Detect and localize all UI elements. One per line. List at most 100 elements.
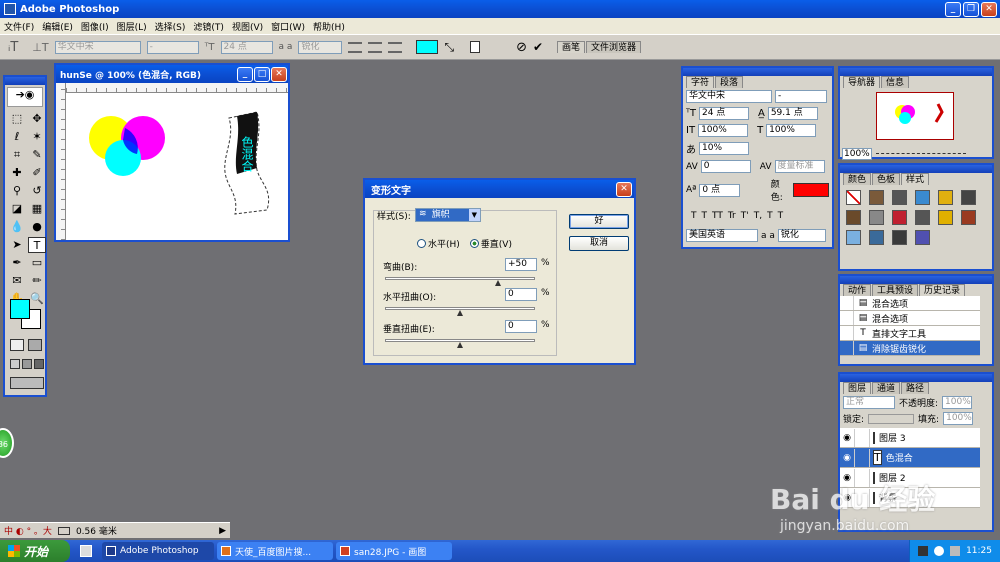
status-arrow-icon[interactable]: ▶ [219, 526, 226, 536]
tray-icon-3[interactable] [950, 546, 961, 556]
blur-tool-icon[interactable]: 💧 [8, 219, 26, 235]
ime-indicator[interactable]: 中 ◐ ° 。大 [4, 524, 52, 537]
brush-tool-icon[interactable]: ✐ [28, 165, 46, 181]
tab-brushes[interactable]: 画笔 [557, 41, 586, 53]
cancel-edit-icon[interactable]: ⊘ [516, 40, 527, 55]
format-button-0[interactable]: T [691, 211, 697, 221]
style-swatch-10[interactable] [938, 210, 953, 225]
char-kerning-input[interactable]: 0 [700, 160, 751, 173]
pen-tool-icon[interactable]: ✒ [8, 255, 26, 271]
vdist-slider-thumb[interactable] [457, 342, 463, 348]
font-size-select[interactable]: 24 点 [220, 40, 273, 54]
style-swatch-3[interactable] [915, 190, 930, 205]
history-item[interactable]: ▤ 消除锯齿锐化 [840, 341, 980, 356]
menu-item-6[interactable]: 视图(V) [232, 20, 263, 33]
bend-input[interactable]: +50 [505, 258, 537, 271]
tray-icon-2[interactable] [934, 546, 945, 556]
document-canvas[interactable]: 色混合 [67, 94, 287, 240]
path-select-icon[interactable]: ➤ [8, 237, 26, 253]
char-vscale-input[interactable]: 100% [698, 124, 749, 137]
jump-to-imageready-icon[interactable] [10, 377, 44, 389]
history-brush-icon[interactable]: ↺ [28, 183, 46, 199]
eye-icon[interactable]: ◉ [840, 433, 854, 443]
crop-tool-icon[interactable]: ⌗ [8, 147, 26, 163]
tab-file-browser[interactable]: 文件浏览器 [586, 41, 642, 53]
menu-item-7[interactable]: 窗口(W) [271, 20, 305, 33]
fill-input[interactable]: 100% [943, 412, 974, 425]
nav-zoom-slider[interactable] [875, 153, 966, 155]
menu-item-5[interactable]: 滤镜(T) [193, 20, 224, 33]
tab-history[interactable]: 历史记录 [919, 284, 966, 296]
tab-paragraph[interactable]: 段落 [715, 76, 744, 88]
style-swatch-8[interactable] [892, 210, 907, 225]
char-tracking-input[interactable]: 度量标准 [774, 160, 825, 173]
tab-actions[interactable]: 动作 [843, 284, 872, 296]
warp-text-icon[interactable]: ⤡ [444, 40, 454, 55]
style-swatch-7[interactable] [869, 210, 884, 225]
char-style-select[interactable]: - [775, 90, 827, 103]
style-swatch-6[interactable] [846, 210, 861, 225]
tray-icon-1[interactable] [918, 546, 929, 556]
horizontal-radio[interactable]: 水平(H) [417, 237, 460, 250]
close-button[interactable]: ✕ [981, 1, 997, 17]
screen-mode-2-icon[interactable] [22, 359, 32, 369]
char-leading-input[interactable]: 59.1 点 [767, 107, 818, 120]
doc-maximize-button[interactable]: □ [254, 66, 270, 82]
char-size-input[interactable]: 24 点 [698, 107, 749, 120]
menu-item-1[interactable]: 编辑(E) [42, 20, 73, 33]
style-swatch-9[interactable] [915, 210, 930, 225]
hdist-input[interactable]: 0 [505, 288, 537, 301]
tab-character[interactable]: 字符 [686, 76, 715, 88]
style-swatch-1[interactable] [869, 190, 884, 205]
tab-layers[interactable]: 图层 [843, 382, 872, 394]
eye-icon[interactable]: ◉ [840, 453, 854, 463]
quick-mask-icon[interactable] [28, 339, 42, 351]
format-button-6[interactable]: T [767, 211, 773, 221]
type-tool-icon[interactable]: ᵢT [8, 40, 18, 55]
menu-item-4[interactable]: 选择(S) [155, 20, 186, 33]
char-tsume-input[interactable]: 10% [699, 142, 749, 155]
bend-slider-thumb[interactable] [494, 280, 501, 286]
orientation-icon[interactable]: ⊥T [32, 41, 48, 54]
layer-row[interactable]: ◉ T 色混合 [840, 448, 980, 468]
align-right-icon[interactable] [388, 41, 403, 53]
quick-launch-icon[interactable] [80, 545, 92, 557]
style-swatch-12[interactable] [846, 230, 861, 245]
style-swatch-5[interactable] [961, 190, 976, 205]
doc-close-button[interactable]: ✕ [271, 66, 287, 82]
style-swatch-11[interactable] [961, 210, 976, 225]
opacity-input[interactable]: 100% [942, 396, 973, 409]
menu-item-8[interactable]: 帮助(H) [313, 20, 345, 33]
char-hscale-input[interactable]: 100% [766, 124, 817, 137]
style-swatch-13[interactable] [869, 230, 884, 245]
eyedropper-tool-icon[interactable]: ✏ [28, 273, 46, 289]
format-button-3[interactable]: Tr [728, 211, 736, 221]
palettes-icon[interactable] [470, 41, 481, 53]
magic-wand-tool-icon[interactable]: ✶ [28, 129, 46, 145]
blend-mode-select[interactable]: 正常 [843, 396, 895, 409]
tab-tool-presets[interactable]: 工具预设 [872, 284, 919, 296]
keyboard-icon[interactable] [57, 526, 70, 535]
move-tool-icon[interactable]: ✥ [28, 111, 46, 127]
marquee-tool-icon[interactable]: ⬚ [8, 111, 26, 127]
format-button-2[interactable]: TT [712, 211, 723, 221]
screen-mode-1-icon[interactable] [10, 359, 20, 369]
shape-tool-icon[interactable]: ▭ [28, 255, 46, 271]
menu-item-2[interactable]: 图像(I) [81, 20, 109, 33]
doc-minimize-button[interactable]: _ [237, 66, 253, 82]
tab-paths[interactable]: 路径 [901, 382, 930, 394]
clock[interactable]: 11:25 [966, 546, 992, 556]
style-swatch-14[interactable] [892, 230, 907, 245]
tab-info[interactable]: 信息 [881, 76, 910, 88]
format-button-7[interactable]: T [778, 211, 784, 221]
eraser-tool-icon[interactable]: ◪ [8, 201, 26, 217]
nav-zoom-value[interactable]: 100% [842, 148, 872, 160]
navigator-thumbnail[interactable] [876, 92, 954, 140]
vdist-input[interactable]: 0 [505, 320, 537, 333]
char-aa-select[interactable]: 锐化 [777, 229, 826, 242]
tab-swatches[interactable]: 色板 [872, 173, 901, 185]
format-button-1[interactable]: T [702, 211, 708, 221]
slice-tool-icon[interactable]: ✎ [28, 147, 46, 163]
zoom-tool-icon[interactable]: 🔍 [28, 291, 46, 307]
commit-edit-icon[interactable]: ✔ [533, 40, 543, 54]
